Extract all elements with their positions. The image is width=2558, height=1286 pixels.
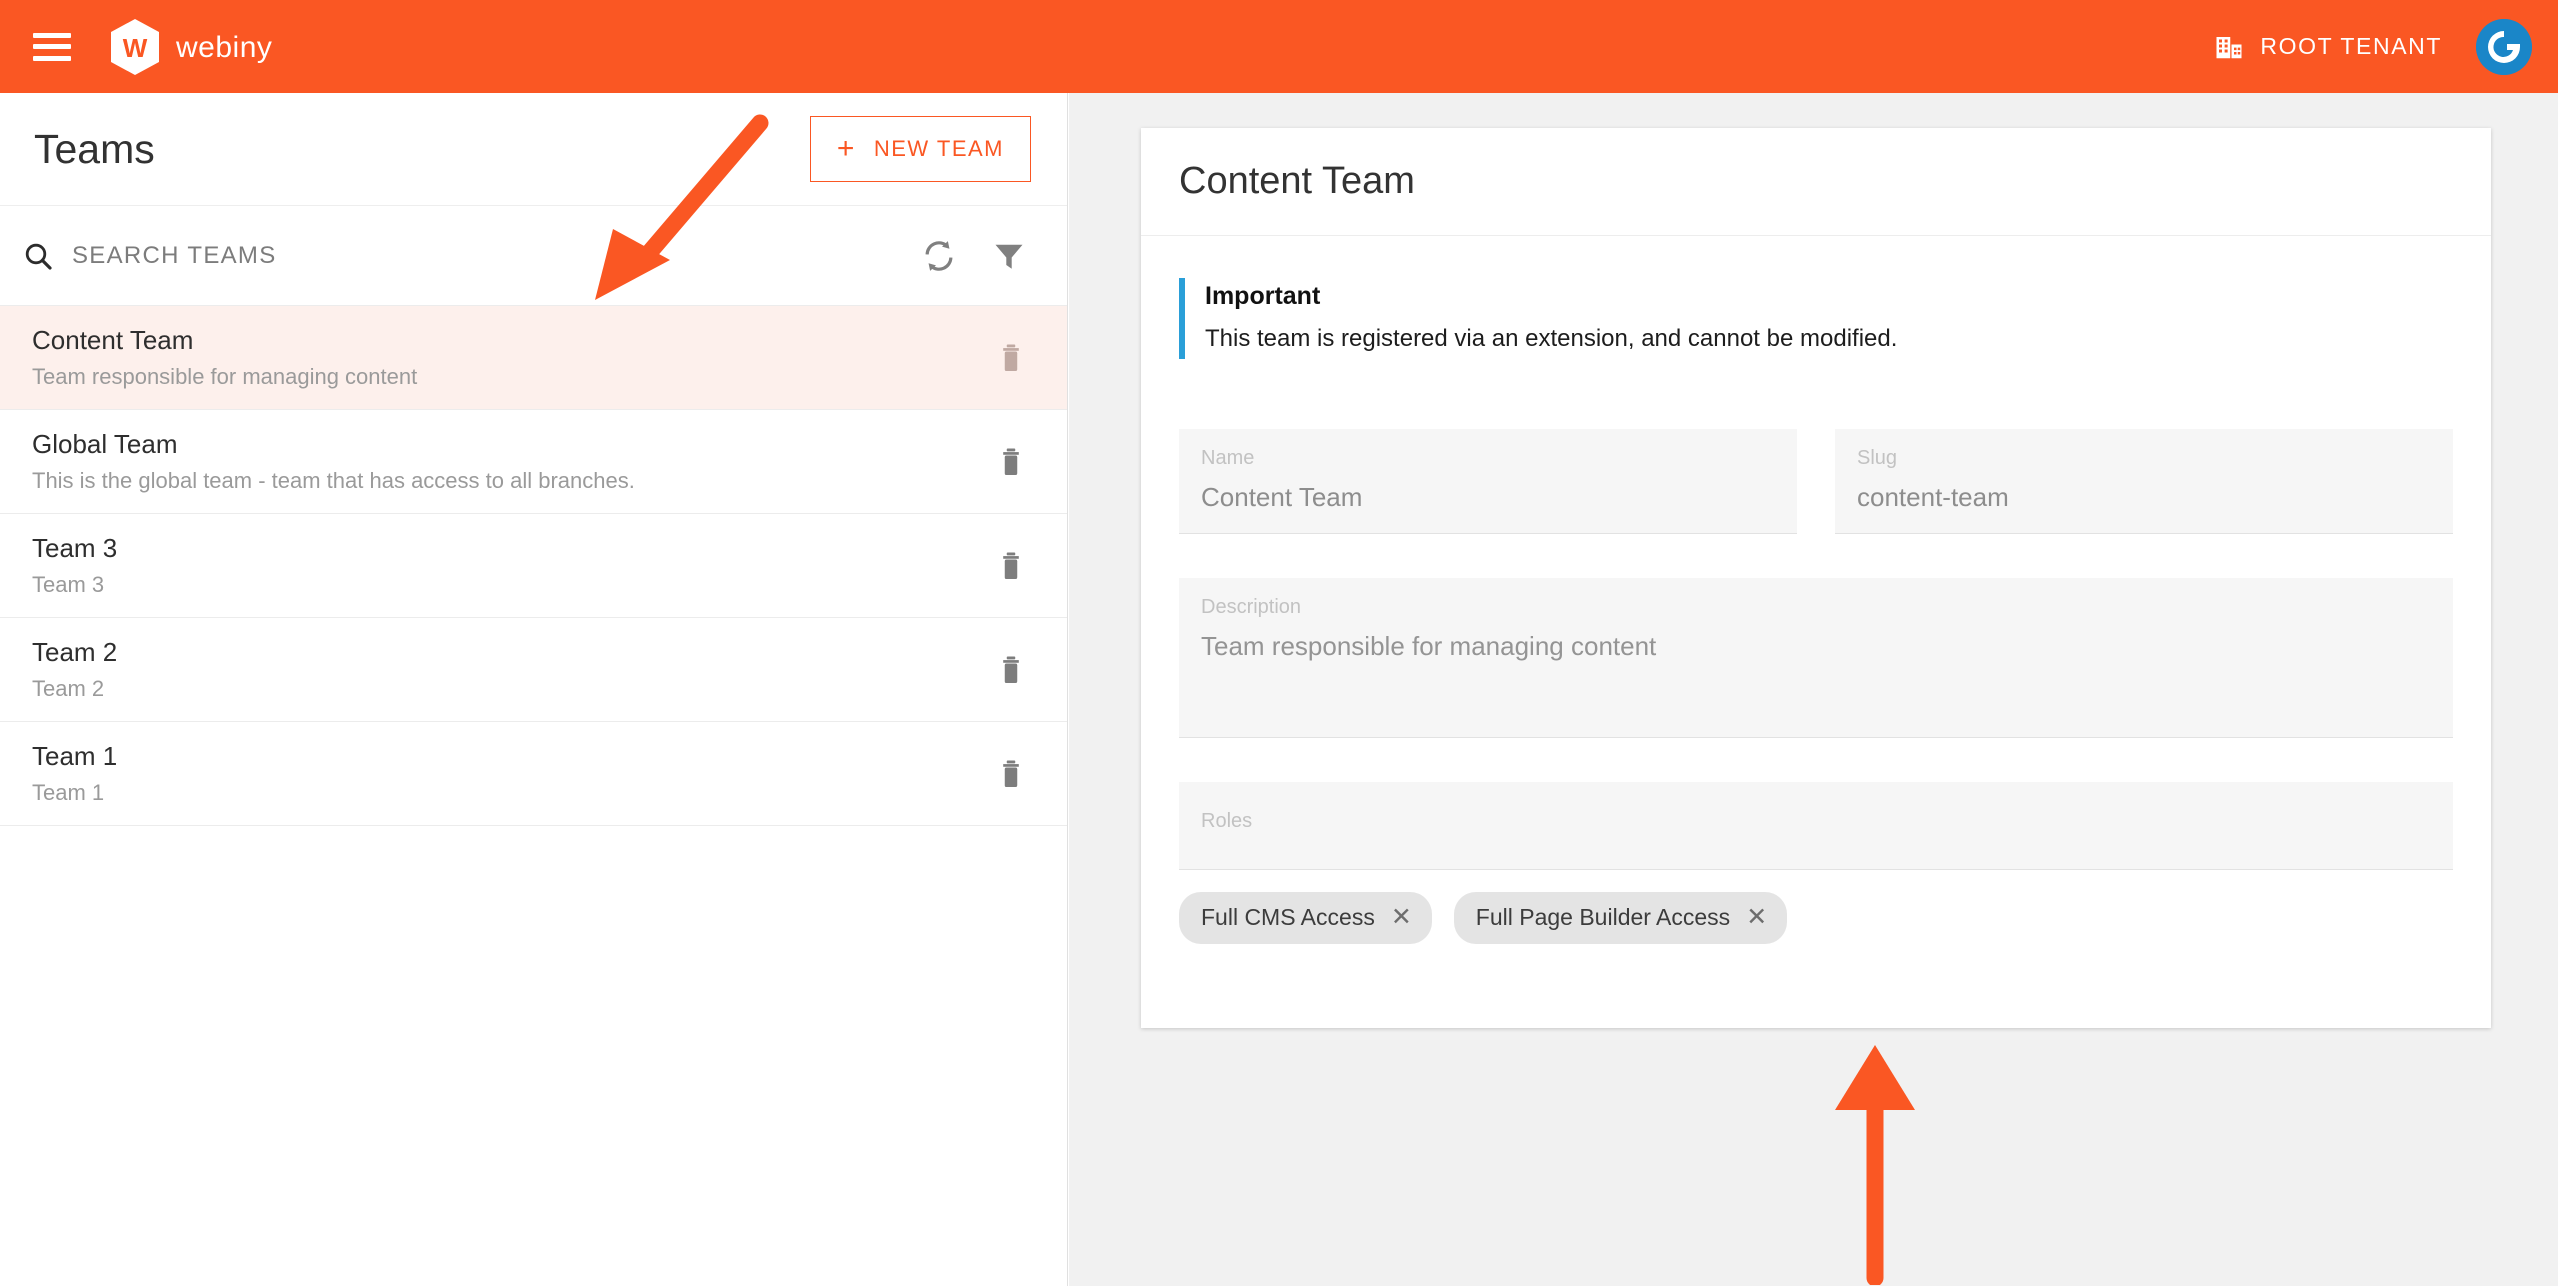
webiny-wordmark: webiny <box>176 31 272 64</box>
role-chip[interactable]: Full CMS Access ✕ <box>1179 892 1432 944</box>
callout-text: This team is registered via an extension… <box>1205 325 1898 352</box>
hamburger-bar <box>33 44 71 49</box>
callout-title: Important <box>1205 282 1321 310</box>
trash-icon[interactable] <box>991 442 1031 482</box>
teams-sidebar: Teams + NEW TEAM C <box>0 93 1068 1286</box>
webiny-shield-icon: W <box>111 18 159 75</box>
table-row[interactable]: Team 2 Team 2 <box>0 618 1067 722</box>
new-team-button-label: NEW TEAM <box>873 136 1004 161</box>
teams-list: Content Team Team responsible for managi… <box>0 306 1067 826</box>
table-row[interactable]: Global Team This is the global team - te… <box>0 410 1067 514</box>
building-icon <box>2216 36 2242 58</box>
detail-card-body: Important This team is registered via an… <box>1141 236 2491 944</box>
hamburger-menu-icon[interactable] <box>33 32 71 61</box>
team-description: Team responsible for managing content <box>32 364 418 389</box>
sidebar-header: Teams + NEW TEAM <box>0 93 1067 206</box>
hamburger-bar <box>33 32 71 38</box>
role-chip[interactable]: Full Page Builder Access ✕ <box>1453 892 1788 944</box>
trash-icon[interactable] <box>991 754 1031 794</box>
detail-title: Content Team <box>1179 160 1415 202</box>
refresh-icon[interactable] <box>917 234 961 278</box>
description-field[interactable]: Description Team responsible for managin… <box>1179 578 2453 738</box>
name-slug-row: Name Content Team Slug content-team <box>1179 429 2453 534</box>
team-name: Team 3 <box>32 533 118 563</box>
table-row[interactable]: Content Team Team responsible for managi… <box>0 306 1067 410</box>
team-name: Content Team <box>32 325 194 355</box>
role-chips: Full CMS Access ✕ Full Page Builder Acce… <box>1179 892 2453 944</box>
filter-icon[interactable] <box>987 234 1031 278</box>
team-description: Team 3 <box>32 572 105 597</box>
tenant-selector[interactable]: ROOT TENANT <box>2214 32 2442 62</box>
team-detail-panel: Content Team Important This team is regi… <box>1069 93 2558 1286</box>
team-item-text: Team 2 Team 2 <box>32 637 117 702</box>
team-item-text: Team 3 Team 3 <box>32 533 117 598</box>
close-icon[interactable]: ✕ <box>1746 905 1767 930</box>
role-chip-label: Full Page Builder Access <box>1475 904 1731 930</box>
gravatar-avatar-icon <box>2476 18 2532 75</box>
table-row[interactable]: Team 3 Team 3 <box>0 514 1067 618</box>
tenant-label: ROOT TENANT <box>2260 33 2442 59</box>
team-description: Team 2 <box>32 676 105 701</box>
description-row: Description Team responsible for managin… <box>1179 578 2453 738</box>
search-icon[interactable] <box>22 240 54 272</box>
trash-icon[interactable] <box>991 546 1031 586</box>
slug-field-label: Slug <box>1857 447 1898 469</box>
svg-text:webiny: webiny <box>176 31 272 64</box>
topbar-right-group: ROOT TENANT <box>2214 18 2532 75</box>
team-item-text: Global Team This is the global team - te… <box>32 429 635 494</box>
roles-field-label: Roles <box>1201 810 1253 832</box>
search-input[interactable] <box>72 241 891 270</box>
team-item-text: Team 1 Team 1 <box>32 741 117 806</box>
slug-field-value: content-team <box>1857 482 2009 512</box>
plus-icon: + <box>836 132 856 165</box>
role-chip-label: Full CMS Access <box>1201 904 1375 930</box>
team-item-text: Content Team Team responsible for managi… <box>32 325 417 390</box>
trash-icon[interactable] <box>991 650 1031 690</box>
name-field[interactable]: Name Content Team <box>1179 429 1797 534</box>
name-field-label: Name <box>1201 447 1255 469</box>
team-detail-card: Content Team Important This team is regi… <box>1141 128 2491 1028</box>
team-name: Team 2 <box>32 637 118 667</box>
new-team-button[interactable]: + NEW TEAM <box>809 116 1031 182</box>
description-field-value: Team responsible for managing content <box>1201 631 1657 661</box>
trash-icon[interactable] <box>991 338 1031 378</box>
roles-field[interactable]: Roles <box>1179 782 2453 870</box>
name-field-value: Content Team <box>1201 482 1363 512</box>
svg-text:W: W <box>123 33 148 63</box>
slug-field[interactable]: Slug content-team <box>1835 429 2453 534</box>
important-callout: Important This team is registered via an… <box>1179 278 2453 359</box>
webiny-logo[interactable]: W webiny <box>109 18 306 76</box>
close-icon[interactable]: ✕ <box>1391 905 1412 930</box>
team-description: This is the global team - team that has … <box>32 468 635 493</box>
team-name: Global Team <box>32 429 178 459</box>
search-toolbar <box>0 206 1067 306</box>
table-row[interactable]: Team 1 Team 1 <box>0 722 1067 826</box>
team-description: Team 1 <box>32 780 105 805</box>
team-name: Team 1 <box>32 741 118 771</box>
avatar[interactable] <box>2476 18 2532 75</box>
hamburger-bar <box>33 55 71 61</box>
page-title: Teams <box>34 125 155 172</box>
description-field-label: Description <box>1201 596 1302 618</box>
detail-card-header: Content Team <box>1141 128 2491 236</box>
top-app-bar: W webiny ROOT TENANT <box>0 0 2558 93</box>
